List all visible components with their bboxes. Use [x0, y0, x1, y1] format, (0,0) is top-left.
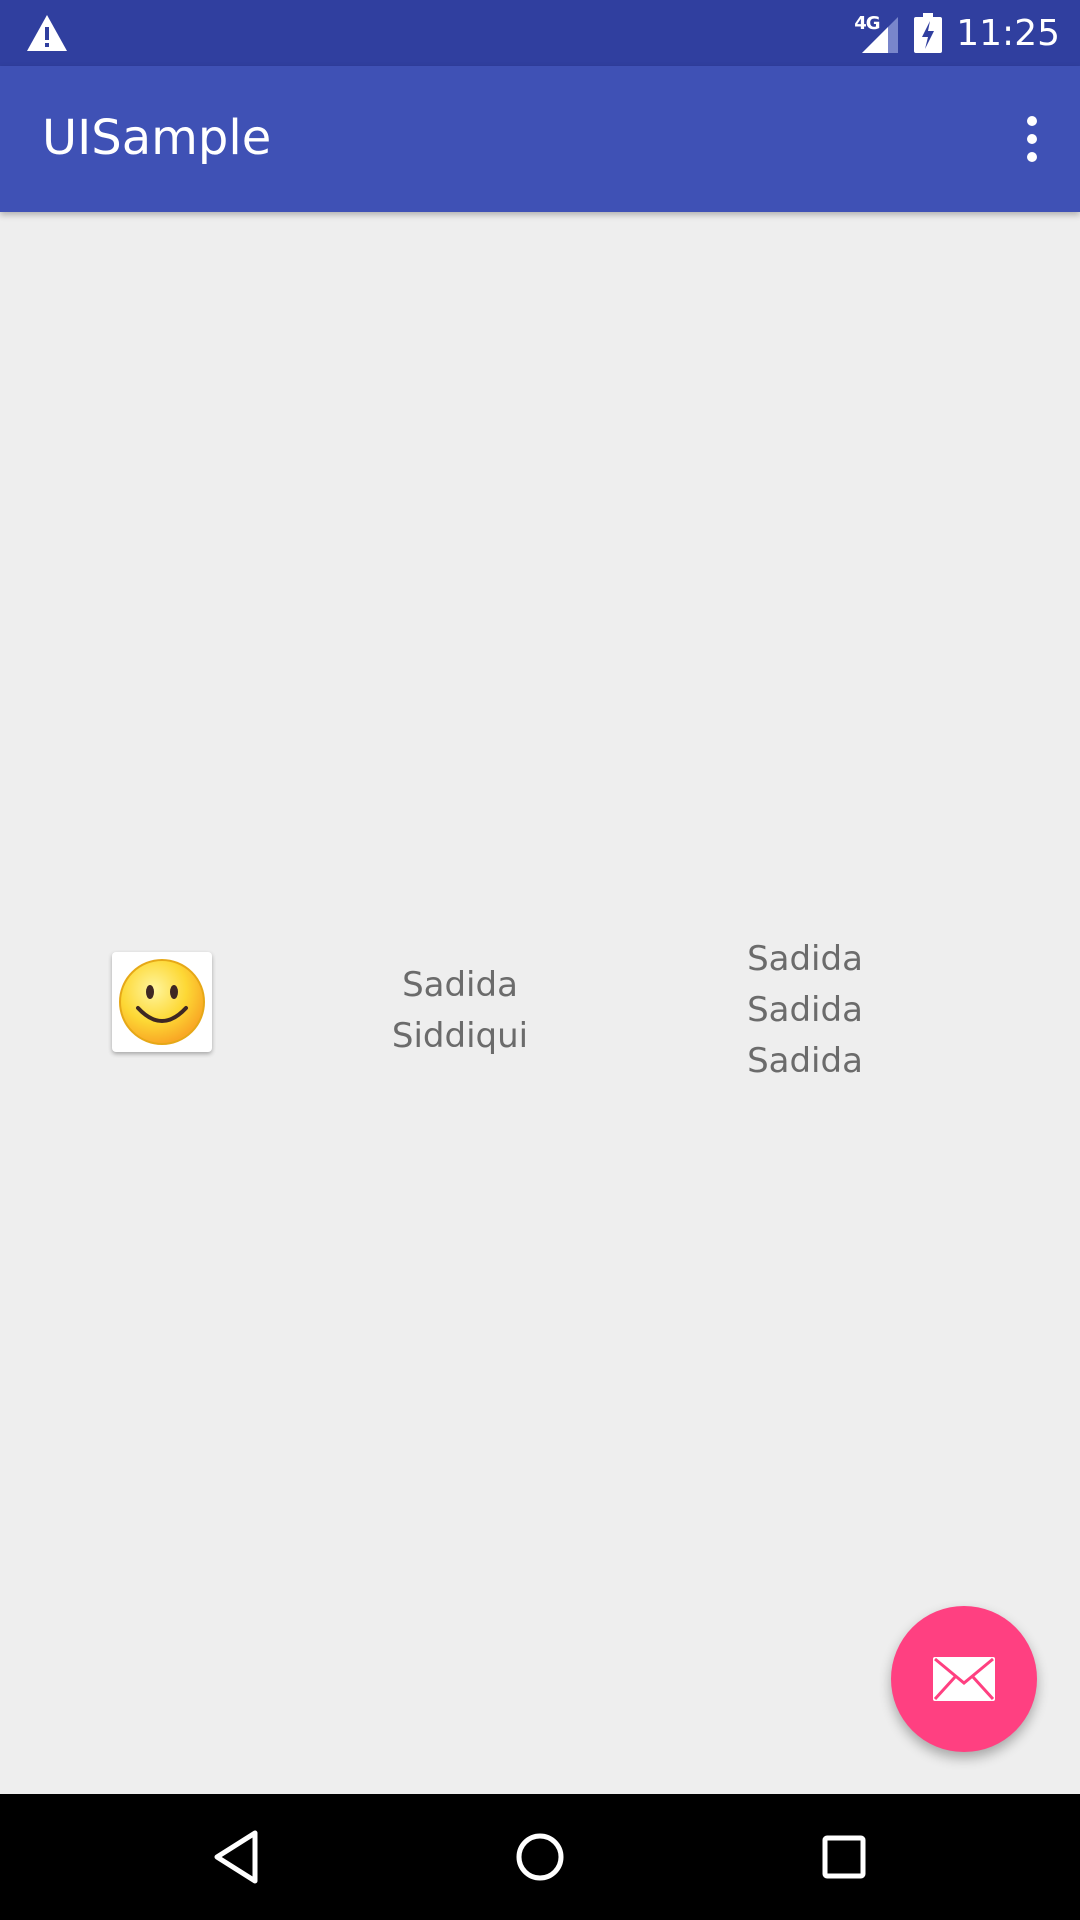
home-button[interactable] — [480, 1794, 600, 1920]
screen: 4G 11:25 UISample Sadida Siddiqui Sadida… — [0, 0, 1080, 1920]
signal-icon — [862, 17, 899, 53]
email-fab-button[interactable] — [891, 1606, 1037, 1752]
app-bar: UISample — [0, 66, 1080, 212]
status-icons: 4G 11:25 — [854, 0, 1060, 66]
recents-icon — [822, 1835, 866, 1879]
content-row: Sadida Siddiqui Sadida Sadida Sadida — [0, 930, 1080, 1081]
back-button[interactable] — [176, 1794, 296, 1920]
repeat-text: Sadida Sadida Sadida — [705, 934, 905, 1087]
status-bar: 4G 11:25 — [0, 0, 1080, 66]
network-indicator: 4G — [854, 13, 900, 53]
warning-icon — [26, 13, 68, 53]
overflow-dots — [1027, 112, 1037, 166]
last-name-line: Siddiqui — [391, 1016, 529, 1056]
first-name-line: Sadida — [402, 965, 518, 1005]
app-title: UISample — [42, 110, 272, 166]
email-icon — [933, 1657, 995, 1701]
home-icon — [516, 1833, 564, 1881]
name-text: Sadida Siddiqui — [360, 960, 560, 1062]
repeat-line: Sadida — [747, 1041, 863, 1081]
smiley-image — [112, 952, 212, 1052]
repeat-line: Sadida — [747, 990, 863, 1030]
more-vert-icon[interactable] — [984, 66, 1080, 212]
smiley-face-icon — [119, 959, 205, 1045]
navigation-bar — [0, 1794, 1080, 1920]
clock: 11:25 — [956, 12, 1060, 54]
battery-charging-icon — [914, 13, 943, 53]
back-icon — [214, 1830, 258, 1884]
recents-button[interactable] — [784, 1794, 904, 1920]
repeat-line: Sadida — [747, 939, 863, 979]
